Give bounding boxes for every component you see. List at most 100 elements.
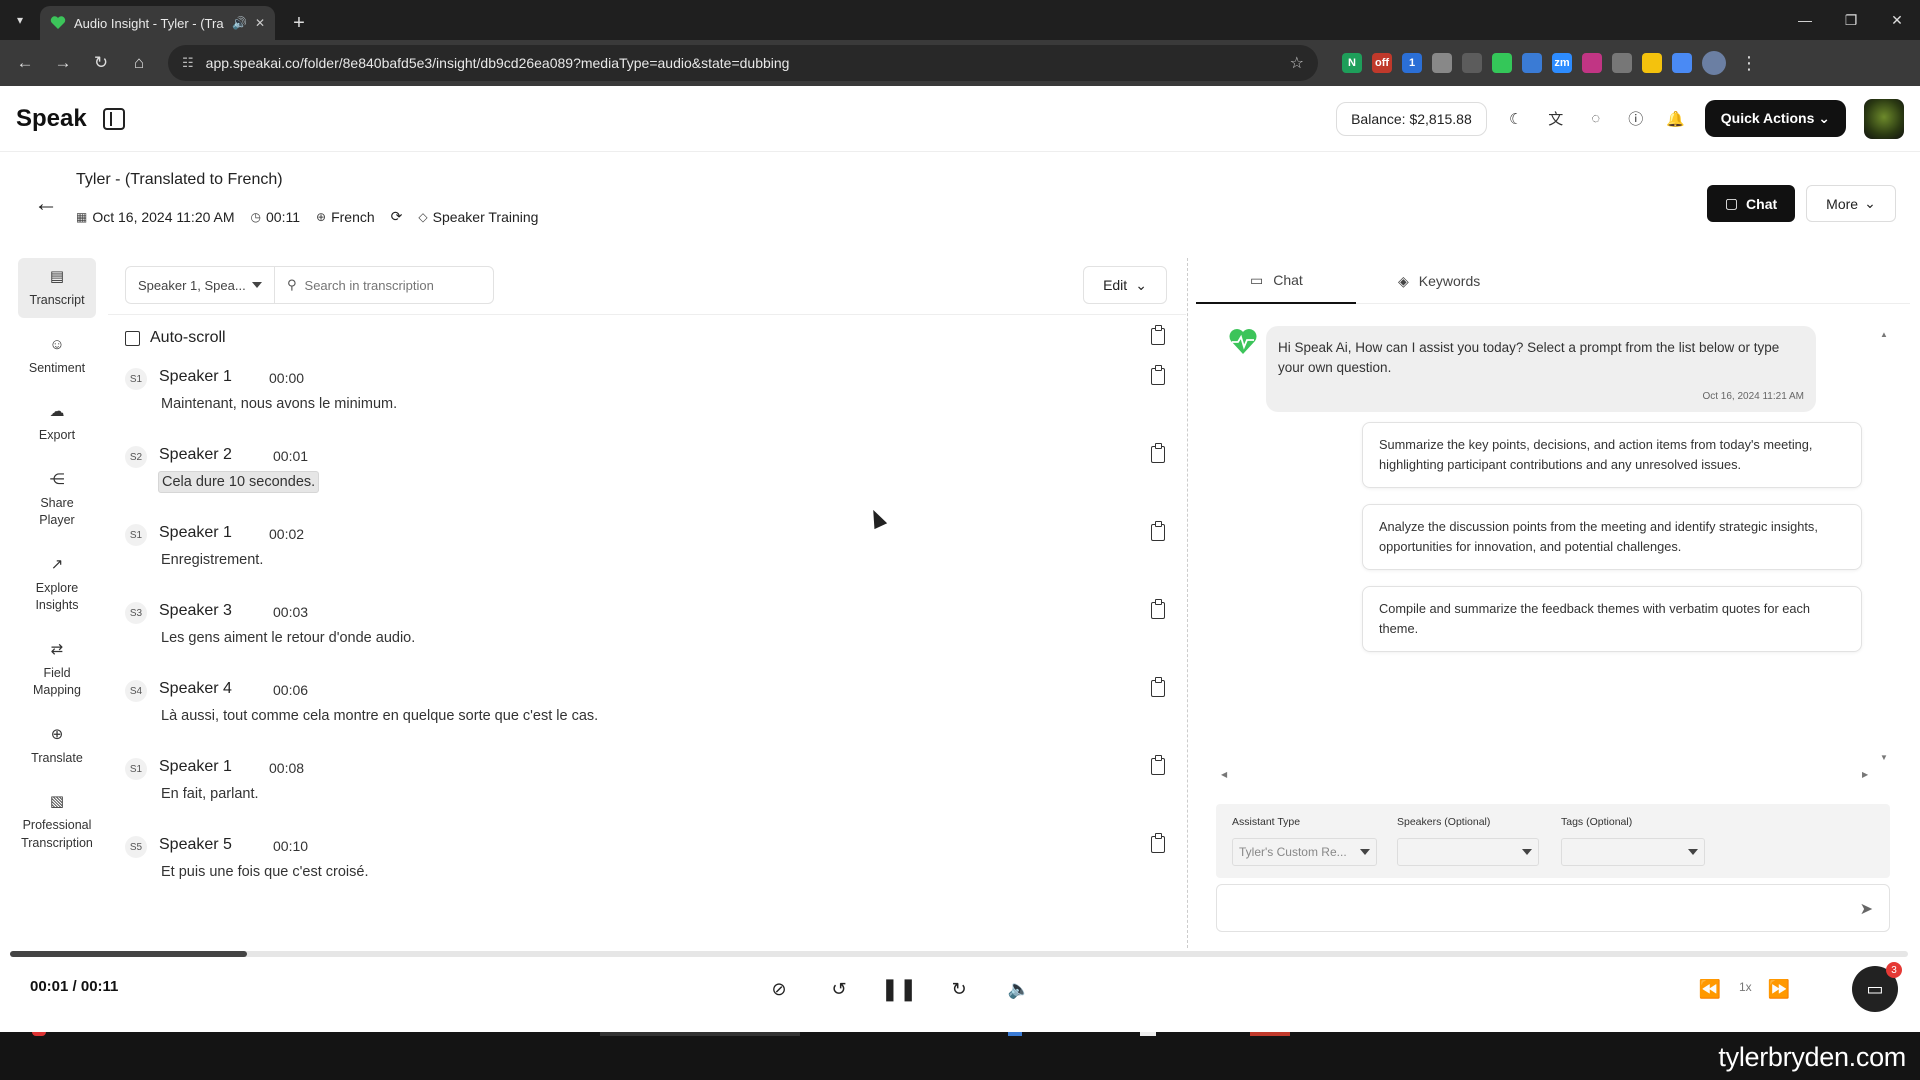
more-dropdown-button[interactable]: More ⌄ bbox=[1806, 185, 1896, 222]
window-close-icon[interactable]: ✕ bbox=[1874, 0, 1920, 40]
transcript-segment[interactable]: S1 Speaker 1 00:08 En fait, parlant. bbox=[125, 756, 1175, 826]
copy-all-clipboard-icon[interactable] bbox=[1151, 325, 1165, 345]
bookmark-star-icon[interactable]: ☆ bbox=[1290, 53, 1304, 73]
browser-extension-icon[interactable]: zm bbox=[1552, 53, 1572, 73]
forward-arrow-icon[interactable]: → bbox=[46, 46, 80, 80]
skip-back-icon[interactable]: ⏪ bbox=[1697, 976, 1723, 1002]
transcript-search[interactable]: ⚲ bbox=[274, 266, 494, 304]
speaker-name[interactable]: Speaker 5 bbox=[159, 836, 232, 854]
segment-time[interactable]: 00:00 bbox=[269, 370, 304, 386]
segment-time[interactable]: 00:03 bbox=[273, 604, 308, 620]
minimize-icon[interactable]: — bbox=[1782, 0, 1828, 40]
browser-extension-icon[interactable] bbox=[1432, 53, 1452, 73]
meta-tag[interactable]: ◇ Speaker Training bbox=[418, 209, 538, 225]
segment-time[interactable]: 00:01 bbox=[273, 448, 308, 464]
send-icon[interactable]: ➤ bbox=[1860, 899, 1873, 919]
nav-share-player[interactable]: ⋲ Share Player bbox=[18, 461, 96, 538]
tab-close-icon[interactable]: ✕ bbox=[255, 16, 265, 30]
copy-segment-clipboard-icon[interactable] bbox=[1151, 677, 1165, 697]
nav-explore-insights[interactable]: ↗ Explore Insights bbox=[18, 546, 96, 623]
browser-extension-icon[interactable]: 1 bbox=[1402, 53, 1422, 73]
chat-message-input[interactable]: ➤ bbox=[1216, 884, 1890, 932]
segment-text[interactable]: Enregistrement. bbox=[161, 552, 263, 568]
tab-audio-playing-icon[interactable]: 🔊 bbox=[232, 16, 247, 30]
skip-forward-icon[interactable]: ⏩ bbox=[1766, 976, 1792, 1002]
browser-profile-avatar[interactable] bbox=[1702, 51, 1726, 75]
nav-export[interactable]: ☁ Export bbox=[18, 393, 96, 453]
transcript-segment[interactable]: S5 Speaker 5 00:10 Et puis une fois que … bbox=[125, 834, 1175, 904]
suggested-prompt[interactable]: Compile and summarize the feedback theme… bbox=[1362, 586, 1862, 652]
suggested-prompt[interactable]: Summarize the key points, decisions, and… bbox=[1362, 422, 1862, 488]
transcript-segment[interactable]: S1 Speaker 1 00:00 Maintenant, nous avon… bbox=[125, 366, 1175, 436]
speaker-name[interactable]: Speaker 1 bbox=[159, 368, 232, 386]
speaker-filter-select[interactable]: Speaker 1, Spea... bbox=[125, 266, 275, 304]
nav-transcript[interactable]: ▤ Transcript bbox=[18, 258, 96, 318]
browser-extension-icon[interactable] bbox=[1582, 53, 1602, 73]
transcript-search-input[interactable] bbox=[304, 277, 475, 293]
browser-extension-icon[interactable]: off bbox=[1372, 53, 1392, 73]
pause-icon[interactable]: ❚❚ bbox=[881, 976, 918, 1002]
reload-icon[interactable]: ↻ bbox=[84, 46, 118, 80]
browser-extension-icon[interactable] bbox=[1642, 53, 1662, 73]
tags-select[interactable] bbox=[1561, 838, 1705, 866]
browser-extension-icon[interactable] bbox=[1672, 53, 1692, 73]
sidebar-toggle-icon[interactable] bbox=[102, 107, 125, 130]
browser-menu-icon[interactable]: ⋮ bbox=[1740, 53, 1758, 74]
edit-dropdown-button[interactable]: Edit ⌄ bbox=[1083, 266, 1167, 304]
browser-extension-icon[interactable] bbox=[1522, 53, 1542, 73]
speak-logo[interactable]: Speak bbox=[16, 105, 87, 133]
notification-bell-icon[interactable]: 🔔 bbox=[1665, 108, 1687, 130]
assistant-type-select[interactable]: Tyler's Custom Re... bbox=[1232, 838, 1377, 866]
tab-list-chevron-icon[interactable]: ▾ bbox=[6, 6, 34, 34]
chat-bubble-icon[interactable]: ◌ bbox=[1585, 108, 1607, 130]
browser-tab-audio-insight[interactable]: Audio Insight - Tyler - (Tran 🔊 ✕ bbox=[40, 6, 275, 40]
segment-text[interactable]: Maintenant, nous avons le minimum. bbox=[161, 396, 397, 412]
playback-progress-bar[interactable] bbox=[10, 951, 1908, 957]
browser-extension-icon[interactable] bbox=[1492, 53, 1512, 73]
nav-sentiment[interactable]: ☺ Sentiment bbox=[18, 326, 96, 386]
tab-keywords[interactable]: ◈ Keywords bbox=[1398, 258, 1480, 304]
scroll-down-arrow-icon[interactable]: ▼ bbox=[1880, 753, 1888, 762]
browser-extension-icon[interactable] bbox=[1462, 53, 1482, 73]
copy-segment-clipboard-icon[interactable] bbox=[1151, 443, 1165, 463]
transcript-segment[interactable]: S3 Speaker 3 00:03 Les gens aiment le re… bbox=[125, 600, 1175, 670]
video-off-icon[interactable]: ⊘ bbox=[766, 976, 792, 1002]
nav-translate[interactable]: ⊕ Translate bbox=[18, 716, 96, 776]
restore-icon[interactable]: ❐ bbox=[1828, 0, 1874, 40]
copy-segment-clipboard-icon[interactable] bbox=[1151, 521, 1165, 541]
autoscroll-toggle[interactable]: Auto-scroll bbox=[125, 329, 226, 347]
segment-text[interactable]: Les gens aiment le retour d'onde audio. bbox=[161, 630, 415, 646]
copy-segment-clipboard-icon[interactable] bbox=[1151, 833, 1165, 853]
meta-language[interactable]: ⊕ French bbox=[316, 209, 375, 225]
playback-speed[interactable]: 1x bbox=[1739, 980, 1752, 994]
copy-segment-clipboard-icon[interactable] bbox=[1151, 755, 1165, 775]
address-bar[interactable]: ☷ app.speakai.co/folder/8e840bafd5e3/ins… bbox=[168, 45, 1318, 81]
segment-time[interactable]: 00:08 bbox=[269, 760, 304, 776]
refresh-language-icon[interactable]: ⟳ bbox=[391, 208, 403, 225]
site-info-icon[interactable]: ☷ bbox=[182, 55, 194, 71]
speaker-name[interactable]: Speaker 3 bbox=[159, 602, 232, 620]
copy-segment-clipboard-icon[interactable] bbox=[1151, 599, 1165, 619]
translate-icon[interactable]: 文 bbox=[1545, 108, 1567, 130]
rewind-icon[interactable]: ↺ bbox=[826, 976, 852, 1002]
quick-actions-button[interactable]: Quick Actions ⌄ bbox=[1704, 100, 1846, 137]
support-chat-launcher[interactable]: ▭ 3 bbox=[1852, 962, 1902, 1012]
speaker-name[interactable]: Speaker 4 bbox=[159, 680, 232, 698]
segment-text[interactable]: Là aussi, tout comme cela montre en quel… bbox=[161, 708, 598, 724]
home-icon[interactable]: ⌂ bbox=[122, 46, 156, 80]
segment-time[interactable]: 00:06 bbox=[273, 682, 308, 698]
scroll-left-arrow-icon[interactable]: ◀ bbox=[1221, 770, 1227, 779]
segment-time[interactable]: 00:02 bbox=[269, 526, 304, 542]
browser-extension-icon[interactable] bbox=[1612, 53, 1632, 73]
volume-icon[interactable]: 🔈 bbox=[1006, 976, 1032, 1002]
speaker-name[interactable]: Speaker 1 bbox=[159, 758, 232, 776]
scroll-up-arrow-icon[interactable]: ▲ bbox=[1880, 330, 1888, 339]
segment-text[interactable]: Et puis une fois que c'est croisé. bbox=[161, 864, 369, 880]
browser-extension-icon[interactable]: N bbox=[1342, 53, 1362, 73]
copy-segment-clipboard-icon[interactable] bbox=[1151, 365, 1165, 385]
help-icon[interactable]: ⓘ bbox=[1625, 108, 1647, 130]
chat-button[interactable]: ▢ Chat bbox=[1707, 185, 1795, 222]
user-avatar[interactable] bbox=[1864, 98, 1904, 139]
autoscroll-checkbox[interactable] bbox=[125, 330, 140, 346]
segment-text[interactable]: En fait, parlant. bbox=[161, 786, 259, 802]
